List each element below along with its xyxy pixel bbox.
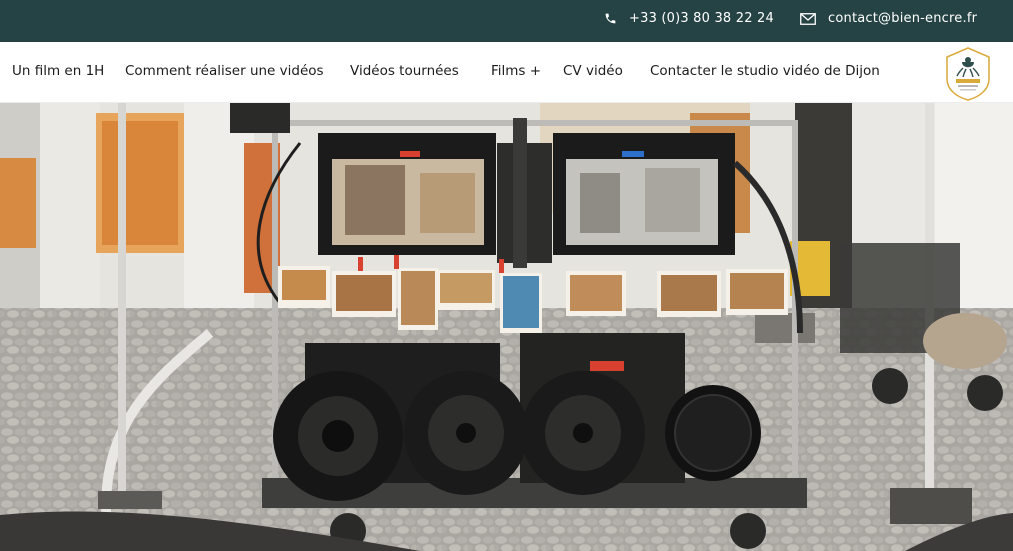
- phone-icon: [605, 13, 616, 24]
- site-logo[interactable]: [945, 47, 991, 101]
- nav-item-contact-studio[interactable]: Contacter le studio vidéo de Dijon: [650, 63, 880, 79]
- contact-bar: +33 (0)3 80 38 22 24 contact@bien-encre.…: [0, 0, 1013, 42]
- email-contact[interactable]: contact@bien-encre.fr: [800, 11, 977, 26]
- nav-item-films-plus[interactable]: Films +: [491, 63, 541, 79]
- hero-film-set-photo: [0, 103, 1013, 551]
- nav-item-comment-realiser[interactable]: Comment réaliser une vidéos: [125, 63, 324, 79]
- email-address: contact@bien-encre.fr: [828, 11, 978, 26]
- phone-contact[interactable]: +33 (0)3 80 38 22 24: [604, 11, 774, 26]
- nav-item-cv-video[interactable]: CV vidéo: [563, 63, 623, 79]
- nav-item-film-1h[interactable]: Un film en 1H: [12, 63, 104, 79]
- main-navigation: Un film en 1H Comment réaliser une vidéo…: [0, 42, 1013, 103]
- envelope-icon: [800, 12, 816, 25]
- phone-number: +33 (0)3 80 38 22 24: [629, 11, 774, 26]
- nav-item-videos-tournees[interactable]: Vidéos tournées: [350, 63, 459, 79]
